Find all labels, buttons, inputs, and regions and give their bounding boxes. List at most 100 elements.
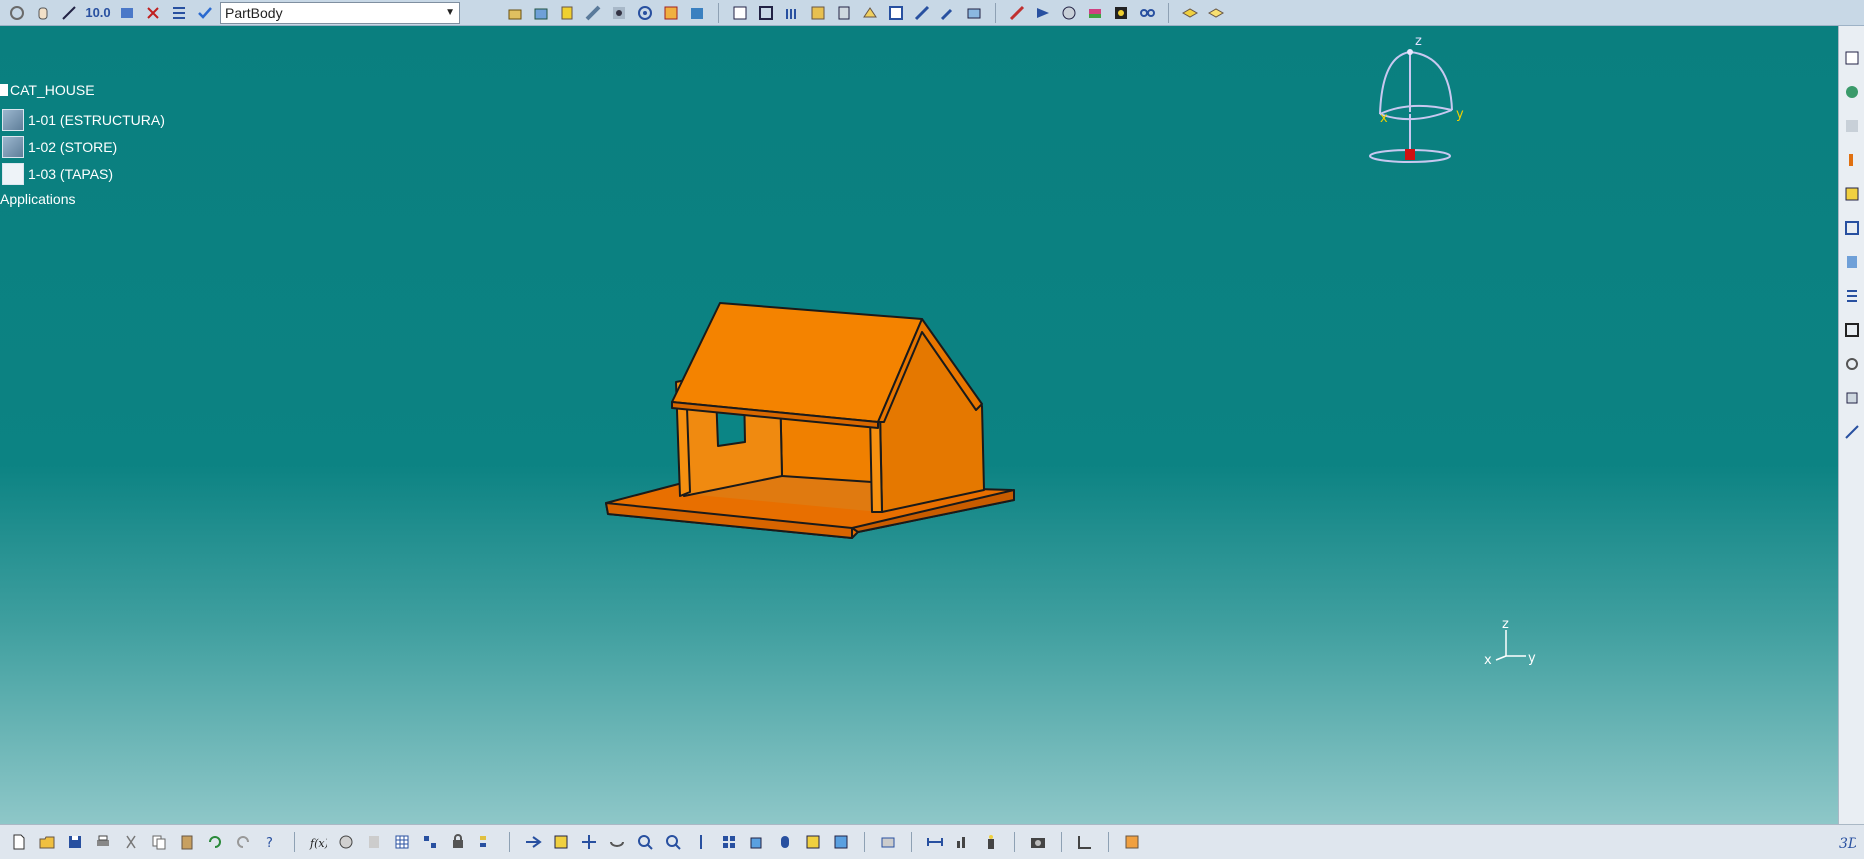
hide-show-icon[interactable] xyxy=(802,832,824,852)
fit-all-icon[interactable] xyxy=(550,832,572,852)
apply-material-icon[interactable] xyxy=(1084,3,1106,23)
rib-icon[interactable] xyxy=(582,3,604,23)
pocket-icon[interactable] xyxy=(530,3,552,23)
toolbar-icon-12[interactable] xyxy=(1841,422,1863,442)
lamp-icon[interactable] xyxy=(980,832,1002,852)
thread-icon[interactable] xyxy=(885,3,907,23)
rotate-view-icon[interactable] xyxy=(606,832,628,852)
tree-item[interactable]: 1-01 (ESTRUCTURA) xyxy=(2,109,165,131)
3d-viewport[interactable]: CAT_HOUSE 1-01 (ESTRUCTURA) 1-02 (STORE)… xyxy=(0,26,1838,824)
tree-expand-icon[interactable] xyxy=(475,832,497,852)
toolbar-icon-11[interactable] xyxy=(1841,388,1863,408)
remove-face-icon[interactable] xyxy=(911,3,933,23)
measure-icon[interactable] xyxy=(58,3,80,23)
open-folder-icon[interactable] xyxy=(36,832,58,852)
compass-handle[interactable] xyxy=(1405,149,1415,160)
toolbar-icon-5[interactable] xyxy=(1841,184,1863,204)
check-icon[interactable] xyxy=(194,3,216,23)
draft-icon[interactable] xyxy=(686,3,708,23)
shell-icon[interactable] xyxy=(833,3,855,23)
redo-icon[interactable] xyxy=(232,832,254,852)
formula-icon[interactable]: f(x) xyxy=(307,832,329,852)
paste-icon[interactable] xyxy=(176,832,198,852)
current-body-select[interactable]: PartBody ▼ xyxy=(220,1,460,24)
filter-icon[interactable] xyxy=(1205,3,1227,23)
toolbar-icon-7[interactable] xyxy=(1841,252,1863,272)
view-compass[interactable]: z x y xyxy=(1362,30,1472,170)
design-table-icon[interactable] xyxy=(363,832,385,852)
dimension-icon[interactable] xyxy=(924,832,946,852)
hand-icon[interactable] xyxy=(32,3,54,23)
knowledge-icon[interactable] xyxy=(335,832,357,852)
tree-root-label: CAT_HOUSE xyxy=(10,82,95,98)
house-3d-model[interactable] xyxy=(600,276,1020,566)
toolbar-separator xyxy=(718,2,719,23)
shading-icon[interactable] xyxy=(774,832,796,852)
fillet-icon[interactable] xyxy=(781,3,803,23)
thickness-icon[interactable] xyxy=(859,3,881,23)
spreadsheet-icon[interactable] xyxy=(391,832,413,852)
rotate-icon[interactable] xyxy=(6,3,28,23)
toolbar-icon-3[interactable] xyxy=(1841,116,1863,136)
toolbar-icon-2[interactable] xyxy=(1841,82,1863,102)
toolbar-separator xyxy=(509,832,510,852)
isometric-view-icon[interactable] xyxy=(746,832,768,852)
zoom-out-icon[interactable] xyxy=(662,832,684,852)
constraint-icon[interactable] xyxy=(1136,3,1158,23)
layer-icon[interactable] xyxy=(1179,3,1201,23)
axis-z-label: z xyxy=(1502,617,1509,632)
print-icon[interactable] xyxy=(92,832,114,852)
view-mode-icon[interactable] xyxy=(116,3,138,23)
svg-text:f(x): f(x) xyxy=(309,837,327,850)
help-icon[interactable]: ? xyxy=(260,832,282,852)
shaft-icon[interactable] xyxy=(556,3,578,23)
render-icon[interactable] xyxy=(1110,3,1132,23)
toolbar-icon-4[interactable] xyxy=(1841,150,1863,170)
plugin-icon[interactable] xyxy=(1121,832,1143,852)
hole-icon[interactable] xyxy=(608,3,630,23)
toolbar-icon-6[interactable] xyxy=(1841,218,1863,238)
pan-icon[interactable] xyxy=(578,832,600,852)
toolbar-icon-10[interactable] xyxy=(1841,354,1863,374)
multi-view-icon[interactable] xyxy=(718,832,740,852)
catalog-icon[interactable] xyxy=(419,832,441,852)
undo-icon[interactable] xyxy=(204,832,226,852)
chart-icon[interactable] xyxy=(1074,832,1096,852)
zoom-in-icon[interactable] xyxy=(634,832,656,852)
publish-icon[interactable] xyxy=(1032,3,1054,23)
copy-icon[interactable] xyxy=(148,832,170,852)
pad-icon[interactable] xyxy=(504,3,526,23)
mirror-icon[interactable] xyxy=(963,3,985,23)
tree-item[interactable]: 1-02 (STORE) xyxy=(2,136,117,158)
cut-icon[interactable] xyxy=(142,3,164,23)
snapshot-icon[interactable] xyxy=(877,832,899,852)
save-icon[interactable] xyxy=(64,832,86,852)
fly-mode-icon[interactable] xyxy=(522,832,544,852)
chamfer-icon[interactable] xyxy=(807,3,829,23)
toolbar-icon-8[interactable] xyxy=(1841,286,1863,306)
tree-item[interactable]: 1-03 (TAPAS) xyxy=(2,163,113,185)
toolbar-separator xyxy=(1168,2,1169,23)
macro-icon[interactable] xyxy=(447,832,469,852)
3d-logo-icon[interactable]: 3D xyxy=(1836,832,1858,852)
target-icon[interactable] xyxy=(634,3,656,23)
tree-list-icon[interactable] xyxy=(168,3,190,23)
boolean-icon[interactable] xyxy=(660,3,682,23)
cut-icon[interactable] xyxy=(120,832,142,852)
box-icon[interactable] xyxy=(755,3,777,23)
measure-item-icon[interactable] xyxy=(1006,3,1028,23)
translate-icon[interactable] xyxy=(937,3,959,23)
toolbar-icon-9[interactable] xyxy=(1841,320,1863,340)
toolbar-icon-1[interactable] xyxy=(1841,48,1863,68)
tree-applications[interactable]: Applications xyxy=(0,191,76,207)
swap-visible-icon[interactable] xyxy=(830,832,852,852)
new-file-icon[interactable] xyxy=(8,832,30,852)
analysis-icon[interactable] xyxy=(1058,3,1080,23)
camera-icon[interactable] xyxy=(1027,832,1049,852)
edit-sketch-icon[interactable] xyxy=(729,3,751,23)
precision-value[interactable]: 10.0 xyxy=(84,5,112,20)
tree-root[interactable]: CAT_HOUSE xyxy=(0,82,95,98)
graph-icon[interactable] xyxy=(952,832,974,852)
toolbar-separator xyxy=(995,2,996,23)
normal-view-icon[interactable] xyxy=(690,832,712,852)
